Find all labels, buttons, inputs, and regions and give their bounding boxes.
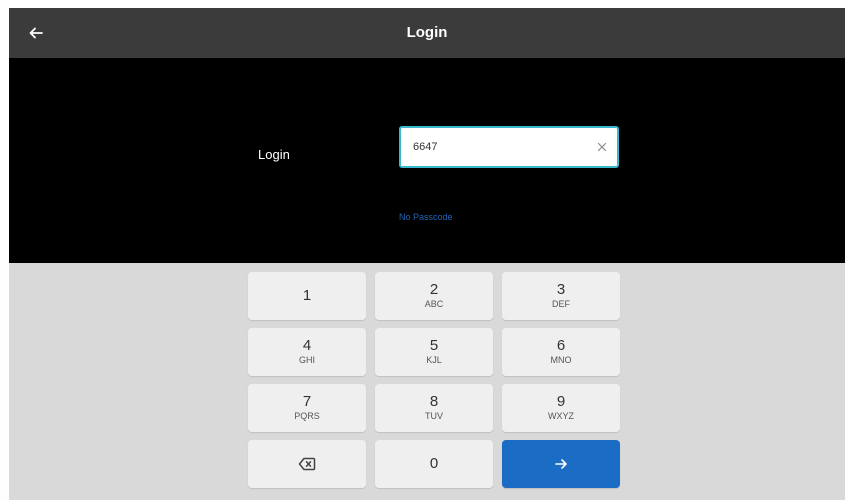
top-bar: Login	[9, 8, 845, 58]
key-8[interactable]: 8 TUV	[375, 384, 493, 432]
login-input[interactable]	[413, 128, 583, 166]
key-0[interactable]: 0	[375, 440, 493, 488]
key-6[interactable]: 6 MNO	[502, 328, 620, 376]
key-digit: 6	[556, 337, 566, 354]
key-digit: 0	[429, 455, 439, 472]
key-digit: 7	[302, 393, 312, 410]
login-input-field[interactable]	[399, 126, 619, 168]
key-letters: KJL	[426, 355, 442, 365]
login-form: Login No Passcode	[9, 58, 845, 263]
key-letters: TUV	[425, 411, 443, 421]
key-letters: DEF	[552, 299, 570, 309]
key-digit: 2	[429, 281, 439, 298]
no-passcode-link[interactable]: No Passcode	[399, 212, 453, 222]
key-5[interactable]: 5 KJL	[375, 328, 493, 376]
key-digit: 9	[556, 393, 566, 410]
key-7[interactable]: 7 PQRS	[248, 384, 366, 432]
key-digit: 3	[556, 281, 566, 298]
login-label: Login	[258, 147, 290, 162]
key-digit: 8	[429, 393, 439, 410]
key-1[interactable]: 1	[248, 272, 366, 320]
numeric-keypad: 1 2 ABC 3 DEF 4 GHI 5 KJL 6 MNO 7 PQRS 8…	[9, 263, 845, 500]
key-4[interactable]: 4 GHI	[248, 328, 366, 376]
clear-input-button[interactable]	[595, 140, 609, 154]
page-title: Login	[406, 24, 448, 41]
key-letters: PQRS	[294, 411, 320, 421]
login-screen: Login Login No Passcode 1 2 ABC 3	[9, 8, 845, 500]
backspace-icon	[298, 457, 316, 471]
key-letters: ABC	[424, 299, 444, 309]
key-letters: GHI	[298, 355, 315, 365]
key-digit: 4	[302, 337, 312, 354]
back-button[interactable]	[21, 18, 51, 48]
backspace-button[interactable]	[248, 440, 366, 488]
key-3[interactable]: 3 DEF	[502, 272, 620, 320]
key-9[interactable]: 9 WXYZ	[502, 384, 620, 432]
arrow-right-icon	[555, 459, 567, 469]
key-2[interactable]: 2 ABC	[375, 272, 493, 320]
close-icon	[597, 142, 607, 152]
arrow-left-icon	[29, 27, 43, 39]
key-digit: 1	[302, 287, 312, 304]
key-digit: 5	[429, 337, 439, 354]
key-letters: WXYZ	[548, 411, 574, 421]
enter-button[interactable]	[502, 440, 620, 488]
key-letters: MNO	[550, 355, 572, 365]
